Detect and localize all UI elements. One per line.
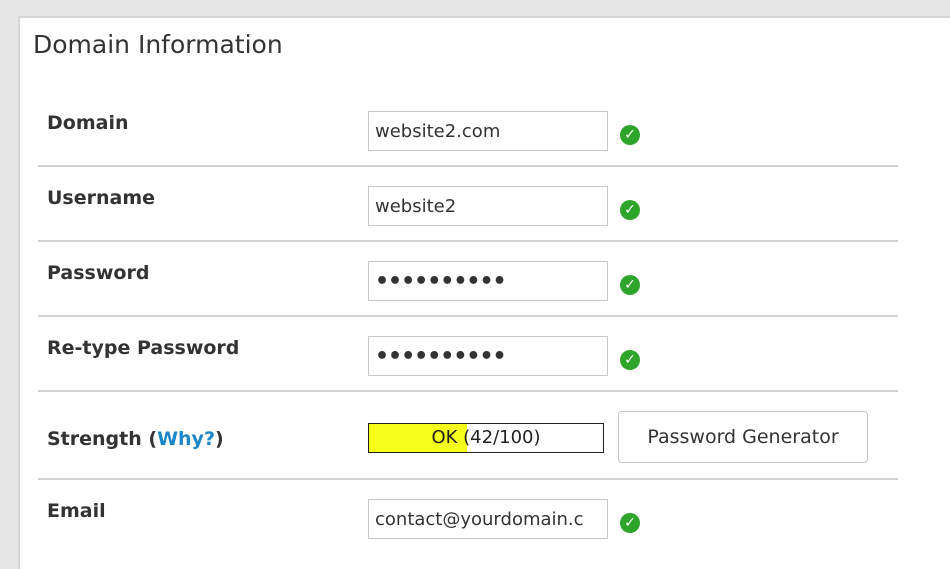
email-input[interactable] <box>368 499 608 539</box>
password-input[interactable] <box>368 261 608 301</box>
email-row: Email ✓ <box>38 480 898 555</box>
domain-label: Domain <box>47 112 129 134</box>
username-row: Username ✓ <box>38 167 898 242</box>
email-label: Email <box>47 500 106 522</box>
strength-meter: OK (42/100) <box>368 423 604 453</box>
retype-password-label: Re-type Password <box>47 337 240 359</box>
why-link[interactable]: Why? <box>157 428 215 450</box>
open-paren: ( <box>148 428 158 450</box>
password-label: Password <box>47 262 150 284</box>
check-circle-icon: ✓ <box>620 275 640 295</box>
strength-meter-text: OK (42/100) <box>431 427 541 448</box>
password-row: Password ✓ <box>38 242 898 317</box>
check-circle-icon: ✓ <box>620 513 640 533</box>
section-title: Domain Information <box>33 30 283 59</box>
domain-input[interactable] <box>368 111 608 151</box>
password-generator-button[interactable]: Password Generator <box>618 411 868 463</box>
domain-row: Domain ✓ <box>38 92 898 167</box>
close-paren: ) <box>214 428 224 450</box>
strength-label-text: Strength <box>47 428 142 450</box>
check-circle-icon: ✓ <box>620 125 640 145</box>
check-circle-icon: ✓ <box>620 200 640 220</box>
username-label: Username <box>47 187 156 209</box>
strength-label: Strength (Why?) <box>47 428 224 450</box>
retype-password-input[interactable] <box>368 336 608 376</box>
username-input[interactable] <box>368 186 608 226</box>
strength-row: Strength (Why?) OK (42/100) Password Gen… <box>38 392 898 480</box>
check-circle-icon: ✓ <box>620 350 640 370</box>
retype-password-row: Re-type Password ✓ <box>38 317 898 392</box>
